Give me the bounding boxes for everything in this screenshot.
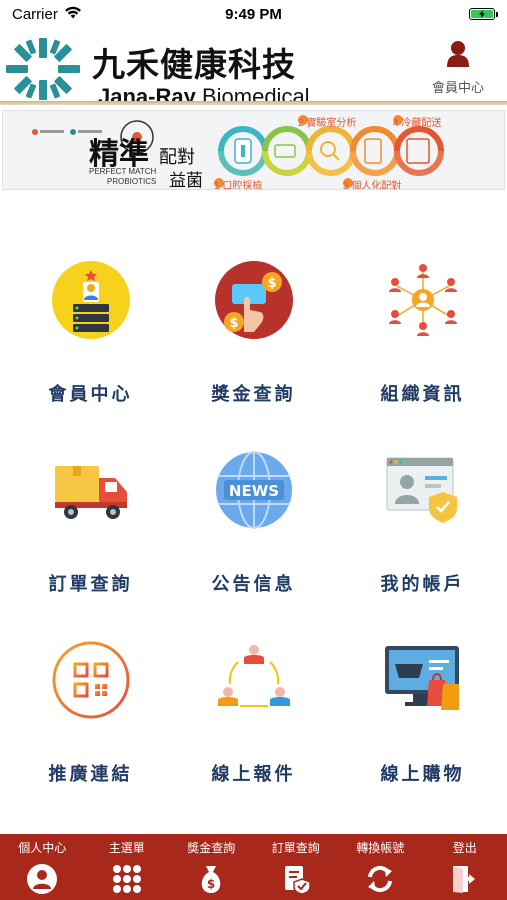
refresh-icon xyxy=(363,862,397,896)
account-card-icon xyxy=(381,448,465,532)
menu-label: 組織資訊 xyxy=(380,384,465,405)
member-server-icon xyxy=(49,258,133,342)
menu-label: 公告信息 xyxy=(211,574,296,595)
wifi-icon xyxy=(64,6,82,23)
tab-personal-center[interactable]: 個人中心 xyxy=(0,834,85,900)
menu-label: 線上購物 xyxy=(380,764,465,785)
tab-logout[interactable]: 登出 xyxy=(423,834,507,900)
organization-network-icon xyxy=(381,258,465,342)
menu-announcements[interactable]: NEWS 公告信息 xyxy=(169,448,338,596)
menu-organization-info[interactable]: 組織資訊 xyxy=(338,258,507,406)
tab-bonus-query[interactable]: 獎金查詢 $ xyxy=(169,834,254,900)
tab-label: 轉換帳號 xyxy=(356,841,405,855)
person-icon xyxy=(25,862,59,896)
user-icon xyxy=(446,40,470,73)
battery-icon xyxy=(469,8,498,20)
promo-banner[interactable]: 精準 配對 益菌 PERFECT MATCH PROBIOTICS 1 口腔採檢… xyxy=(2,110,505,190)
news-globe-icon: NEWS xyxy=(212,448,296,532)
brand-name-english-bold: Jana-Ray xyxy=(98,84,196,102)
logout-icon xyxy=(448,862,482,896)
banner-step-2: 2 實驗室分析 xyxy=(298,118,357,129)
banner-subtitle-2: PROBIOTICS xyxy=(107,177,157,186)
order-check-icon xyxy=(279,862,313,896)
menu-label: 會員中心 xyxy=(48,384,133,405)
tab-label: 個人中心 xyxy=(18,841,67,855)
banner-subtitle-1: PERFECT MATCH xyxy=(89,167,157,176)
tab-order-query[interactable]: 訂單查詢 xyxy=(254,834,339,900)
menu-label: 線上報件 xyxy=(211,764,296,785)
tab-label: 登出 xyxy=(452,841,477,855)
menu-online-report[interactable]: 線上報件 xyxy=(169,638,338,786)
menu-promo-link[interactable]: 推廣連結 xyxy=(6,638,175,786)
menu-label: 訂單查詢 xyxy=(48,574,133,595)
header-divider xyxy=(0,101,507,105)
tab-main-menu[interactable]: 主選單 xyxy=(85,834,170,900)
svg-text:$: $ xyxy=(207,877,215,891)
member-center-button[interactable]: 會員中心 xyxy=(423,40,493,96)
qr-code-icon xyxy=(49,638,133,722)
tab-label: 訂單查詢 xyxy=(271,841,320,855)
status-left: Carrier xyxy=(12,6,82,23)
money-bag-icon: $ xyxy=(194,862,228,896)
svg-text:$: $ xyxy=(267,276,276,291)
status-bar: Carrier 9:49 PM xyxy=(0,0,507,28)
brand-name-english-rest: Biomedical xyxy=(195,84,310,102)
bonus-coin-icon: $ $ xyxy=(212,258,296,342)
menu-order-query[interactable]: 訂單查詢 xyxy=(6,448,175,596)
brand-name-chinese: 九禾健康科技 xyxy=(92,45,296,84)
tab-label: 主選單 xyxy=(108,841,145,855)
bottom-tab-bar: 個人中心 主選單 獎金查詢 $ 訂單查詢 轉換帳號 登出 xyxy=(0,834,507,900)
banner-step-3: 3 個人化配對 xyxy=(343,181,402,190)
tab-label: 獎金查詢 xyxy=(187,841,236,855)
menu-label: 推廣連結 xyxy=(48,764,133,785)
brand-name-english: Jana-Ray Biomedical xyxy=(98,84,310,102)
menu-label: 我的帳戶 xyxy=(380,574,465,595)
member-center-label: 會員中心 xyxy=(431,80,484,95)
menu-label: 獎金查詢 xyxy=(211,384,296,405)
banner-title-side-bottom: 益菌 xyxy=(169,171,203,190)
company-logo-icon xyxy=(4,36,82,102)
menu-member-center[interactable]: 會員中心 xyxy=(6,258,175,406)
delivery-truck-icon xyxy=(49,448,133,532)
shopping-screen-icon xyxy=(381,638,465,722)
menu-online-shopping[interactable]: 線上購物 xyxy=(338,638,507,786)
menu-my-account[interactable]: 我的帳戶 xyxy=(338,448,507,596)
banner-step-4: 4 冷藏配送 xyxy=(393,118,442,129)
svg-text:$: $ xyxy=(229,316,238,331)
carrier-label: Carrier xyxy=(12,5,58,23)
banner-step-1: 1 口腔採檢 xyxy=(214,181,263,190)
menu-bonus-query[interactable]: $ $ 獎金查詢 xyxy=(169,258,338,406)
tab-switch-account[interactable]: 轉換帳號 xyxy=(338,834,423,900)
app-header: 九禾健康科技 Jana-Ray Biomedical 會員中心 xyxy=(0,30,507,102)
online-report-icon xyxy=(212,638,296,722)
grid-dots-icon xyxy=(110,862,144,896)
svg-text:NEWS: NEWS xyxy=(228,482,278,500)
